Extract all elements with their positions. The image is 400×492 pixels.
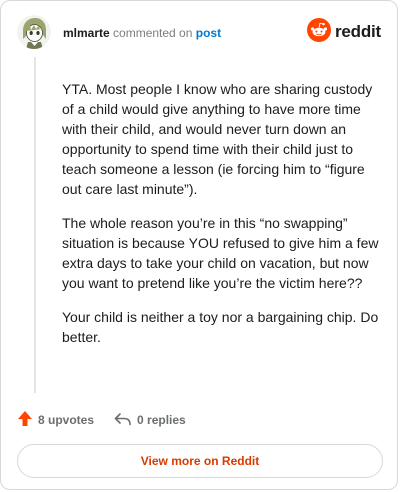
upvote-arrow-icon [17,410,38,430]
comment-paragraph: The whole reason you’re in this “no swap… [62,215,379,291]
reddit-logo-icon [306,17,331,47]
reddit-brand[interactable]: reddit [306,17,381,47]
upvote-button[interactable]: 8 upvotes [17,410,94,430]
comment-paragraph: Your child is neither a toy nor a bargai… [62,309,379,345]
byline: mlmarte commented on post [63,26,221,40]
reply-count: 0 replies [137,413,186,427]
post-link[interactable]: post [196,26,221,40]
comment-actions: 8 upvotes 0 replies [17,409,206,431]
upvote-count: 8 upvotes [38,413,95,427]
thread-line [34,57,36,393]
embedded-comment-card: mlmarte commented on post reddit YTA. Mo… [0,0,398,490]
comment-header: mlmarte commented on post reddit [17,15,381,55]
reply-arrow-icon [114,412,137,429]
view-more-button[interactable]: View more on Reddit [17,444,383,478]
avatar-icon[interactable] [17,15,51,49]
action-text: commented on [113,26,193,40]
brand-wordmark: reddit [334,22,381,41]
comment-paragraph: YTA. Most people I know who are sharing … [62,81,373,197]
comment-body: YTA. Most people I know who are sharing … [62,79,380,361]
username-link[interactable]: mlmarte [63,26,110,40]
reply-button[interactable]: 0 replies [114,412,186,429]
